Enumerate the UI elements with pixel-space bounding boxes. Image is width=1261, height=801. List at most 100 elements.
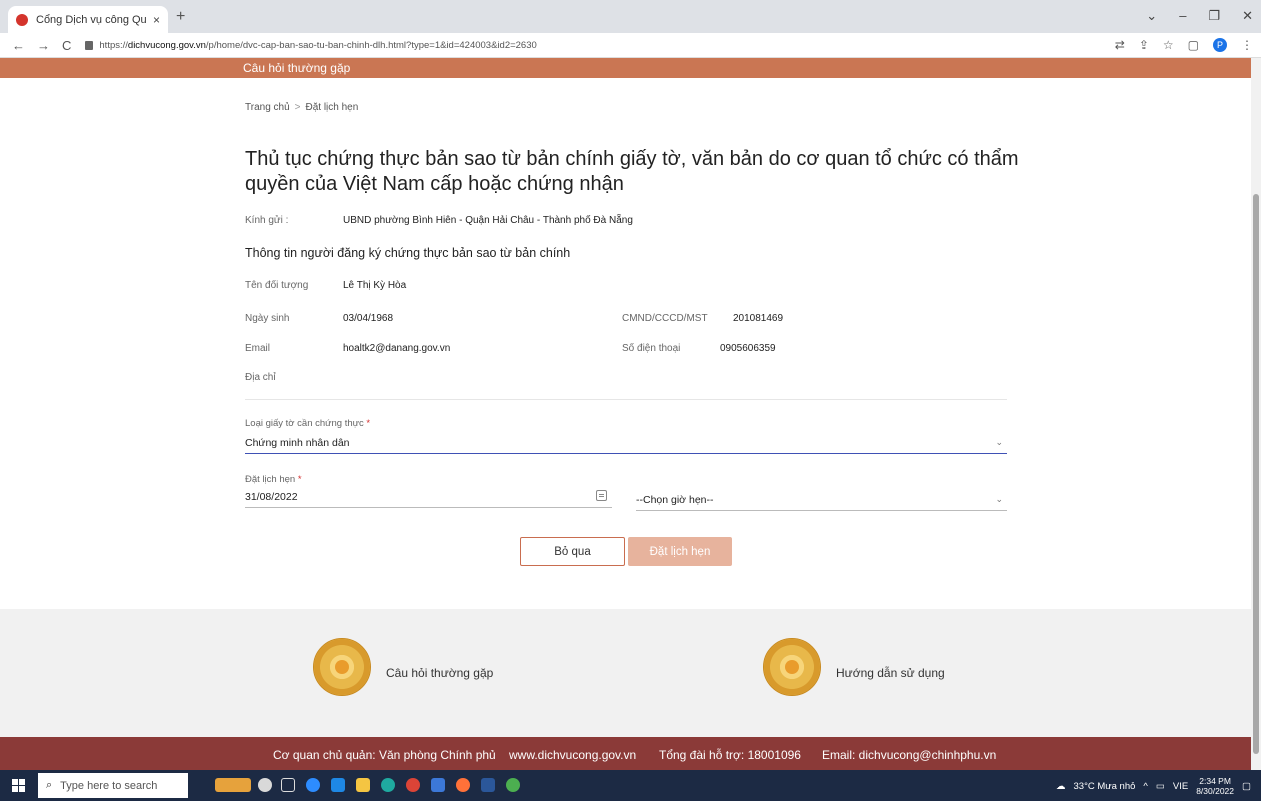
firefox-icon[interactable] xyxy=(456,778,470,792)
menu-dots-icon[interactable]: ⋮ xyxy=(1241,38,1253,52)
edge-icon[interactable] xyxy=(381,778,395,792)
url-field[interactable]: https://dichvucong.gov.vn/p/home/dvc-cap… xyxy=(85,39,537,51)
national-emblem-icon xyxy=(313,638,371,696)
zalo-icon[interactable] xyxy=(306,778,320,792)
task-view-icon[interactable] xyxy=(281,778,295,792)
appointment-date-value: 31/08/2022 xyxy=(245,491,298,503)
reload-icon[interactable]: C xyxy=(62,38,71,53)
windows-start-icon[interactable] xyxy=(12,779,25,792)
address-bar: ← → C https://dichvucong.gov.vn/p/home/d… xyxy=(0,33,1261,58)
search-icon: ⌕ xyxy=(46,779,53,791)
phone-value: 0905606359 xyxy=(720,343,776,354)
agency-text: Cơ quan chủ quản: Văn phòng Chính phủ xyxy=(273,748,496,762)
dob-value: 03/04/1968 xyxy=(343,313,394,324)
footer-guide-link[interactable]: Hướng dẫn sử dụng xyxy=(836,666,945,680)
site-favicon-icon xyxy=(16,13,28,26)
browser-toolbar-icons: ⇄ ⇪ ☆ ▢ P ⋮ xyxy=(1115,38,1253,52)
weather-text[interactable]: 33°C Mưa nhỏ xyxy=(1074,781,1136,792)
tab-title: Cổng Dịch vụ công Quốc gia xyxy=(36,13,147,26)
calendar-icon[interactable] xyxy=(596,490,607,501)
translate-icon[interactable]: ⇄ xyxy=(1115,38,1125,52)
url-path: /p/home/dvc-cap-ban-sao-tu-ban-chinh-dlh… xyxy=(205,39,537,51)
weather-icon: ☁ xyxy=(1056,780,1066,792)
share-icon[interactable]: ⇪ xyxy=(1139,38,1149,52)
appointment-label: Đặt lịch hẹn * xyxy=(245,474,302,485)
top-faq-link[interactable]: Câu hỏi thường gặp xyxy=(243,61,350,75)
browser-tab[interactable]: Cổng Dịch vụ công Quốc gia × xyxy=(8,6,168,33)
hotline-text: Tổng đài hỗ trợ: 18001096 xyxy=(659,748,801,762)
side-panel-icon[interactable]: ▢ xyxy=(1188,38,1199,52)
page-title: Thủ tục chứng thực bản sao từ bản chính … xyxy=(245,148,1019,195)
skip-button[interactable]: Bỏ qua xyxy=(520,537,625,566)
phone-label: Số điện thoại xyxy=(622,343,681,354)
required-marker: * xyxy=(366,418,371,429)
site-link[interactable]: www.dichvucong.gov.vn xyxy=(509,748,636,762)
breadcrumb-current: Đặt lịch hẹn xyxy=(305,102,359,113)
national-emblem-icon xyxy=(763,638,821,696)
footer-faq-link[interactable]: Câu hỏi thường gặp xyxy=(386,666,493,680)
taskbar-search-input[interactable]: ⌕ Type here to search xyxy=(38,773,188,798)
doc-type-select[interactable]: Chứng minh nhân dân ⌄ xyxy=(245,434,1007,454)
mail-icon[interactable] xyxy=(331,778,345,792)
breadcrumb-separator: > xyxy=(294,102,301,113)
section-divider xyxy=(245,399,1007,400)
file-explorer-icon[interactable] xyxy=(356,778,370,792)
notification-icon[interactable]: ▢ xyxy=(1242,781,1251,792)
book-appointment-button[interactable]: Đặt lịch hẹn xyxy=(628,537,732,566)
clock-time: 2:34 PM xyxy=(1199,776,1231,786)
back-arrow-icon[interactable]: ← xyxy=(12,38,25,53)
cortana-icon[interactable] xyxy=(258,778,272,792)
breadcrumb-home[interactable]: Trang chủ xyxy=(245,102,290,113)
browser-tab-strip: Cổng Dịch vụ công Quốc gia × + ⌄ – ❐ ✕ xyxy=(0,0,1261,33)
chrome-icon[interactable] xyxy=(406,778,420,792)
forward-arrow-icon[interactable]: → xyxy=(37,38,50,53)
appointment-label-text: Đặt lịch hẹn xyxy=(245,474,296,485)
dob-label: Ngày sinh xyxy=(245,313,290,324)
url-prefix: https:// xyxy=(99,39,128,51)
appointment-time-placeholder: --Chọn giờ hẹn-- xyxy=(636,494,714,506)
recipient-label: Kính gửi : xyxy=(245,215,289,226)
bookmark-star-icon[interactable]: ☆ xyxy=(1163,38,1174,52)
network-icon[interactable]: ▭ xyxy=(1156,781,1165,792)
taskbar-search-placeholder: Type here to search xyxy=(60,779,158,792)
scrollbar-thumb[interactable] xyxy=(1253,194,1259,754)
clock-date: 8/30/2022 xyxy=(1196,786,1235,796)
app-icon[interactable] xyxy=(506,778,520,792)
lock-icon xyxy=(85,40,94,50)
tab-close-icon[interactable]: × xyxy=(153,13,160,27)
close-window-button[interactable]: ✕ xyxy=(1242,8,1253,24)
top-nav-band: Câu hỏi thường gặp xyxy=(0,58,1251,78)
page-scrollbar[interactable] xyxy=(1251,58,1261,770)
widgets-icon[interactable] xyxy=(215,778,251,792)
section-heading: Thông tin người đăng ký chứng thực bản s… xyxy=(245,246,571,260)
profile-avatar[interactable]: P xyxy=(1213,38,1227,52)
new-tab-button[interactable]: + xyxy=(176,8,185,26)
word-icon[interactable] xyxy=(481,778,495,792)
calculator-icon[interactable] xyxy=(431,778,445,792)
windows-taskbar: ⌕ Type here to search ☁ 33°C Mưa nhỏ ^ ▭… xyxy=(0,770,1261,801)
address-label: Địa chỉ xyxy=(245,372,276,383)
tray-chevron-icon[interactable]: ^ xyxy=(1143,781,1147,792)
required-marker: * xyxy=(297,474,302,485)
doc-type-label: Loại giấy tờ cần chứng thực * xyxy=(245,418,370,429)
window-controls: ⌄ – ❐ ✕ xyxy=(1146,8,1253,24)
chevron-down-icon: ⌄ xyxy=(995,437,1003,447)
id-label: CMND/CCCD/MST xyxy=(622,313,708,324)
language-indicator[interactable]: VIE xyxy=(1173,781,1188,792)
footer-info-band: Cơ quan chủ quản: Văn phòng Chính phủ ww… xyxy=(0,737,1251,770)
support-email[interactable]: Email: dichvucong@chinhphu.vn xyxy=(822,748,996,762)
id-value: 201081469 xyxy=(733,313,784,324)
minimize-button[interactable]: – xyxy=(1179,8,1186,24)
restore-button[interactable]: ❐ xyxy=(1208,8,1220,24)
breadcrumb: Trang chủ > Đặt lịch hẹn xyxy=(245,102,358,113)
url-host: dichvucong.gov.vn xyxy=(127,39,206,51)
tab-search-icon[interactable]: ⌄ xyxy=(1146,8,1157,24)
name-value: Lê Thị Kỳ Hòa xyxy=(343,280,407,291)
recipient-value: UBND phường Bình Hiên - Quận Hải Châu - … xyxy=(343,215,633,226)
chevron-down-icon: ⌄ xyxy=(995,494,1003,504)
clock[interactable]: 2:34 PM 8/30/2022 xyxy=(1196,776,1234,796)
appointment-time-select[interactable]: --Chọn giờ hẹn-- ⌄ xyxy=(636,491,1007,511)
email-label: Email xyxy=(245,343,271,354)
appointment-date-input[interactable]: 31/08/2022 xyxy=(245,488,612,508)
email-value: hoaltk2@danang.gov.vn xyxy=(343,343,451,354)
